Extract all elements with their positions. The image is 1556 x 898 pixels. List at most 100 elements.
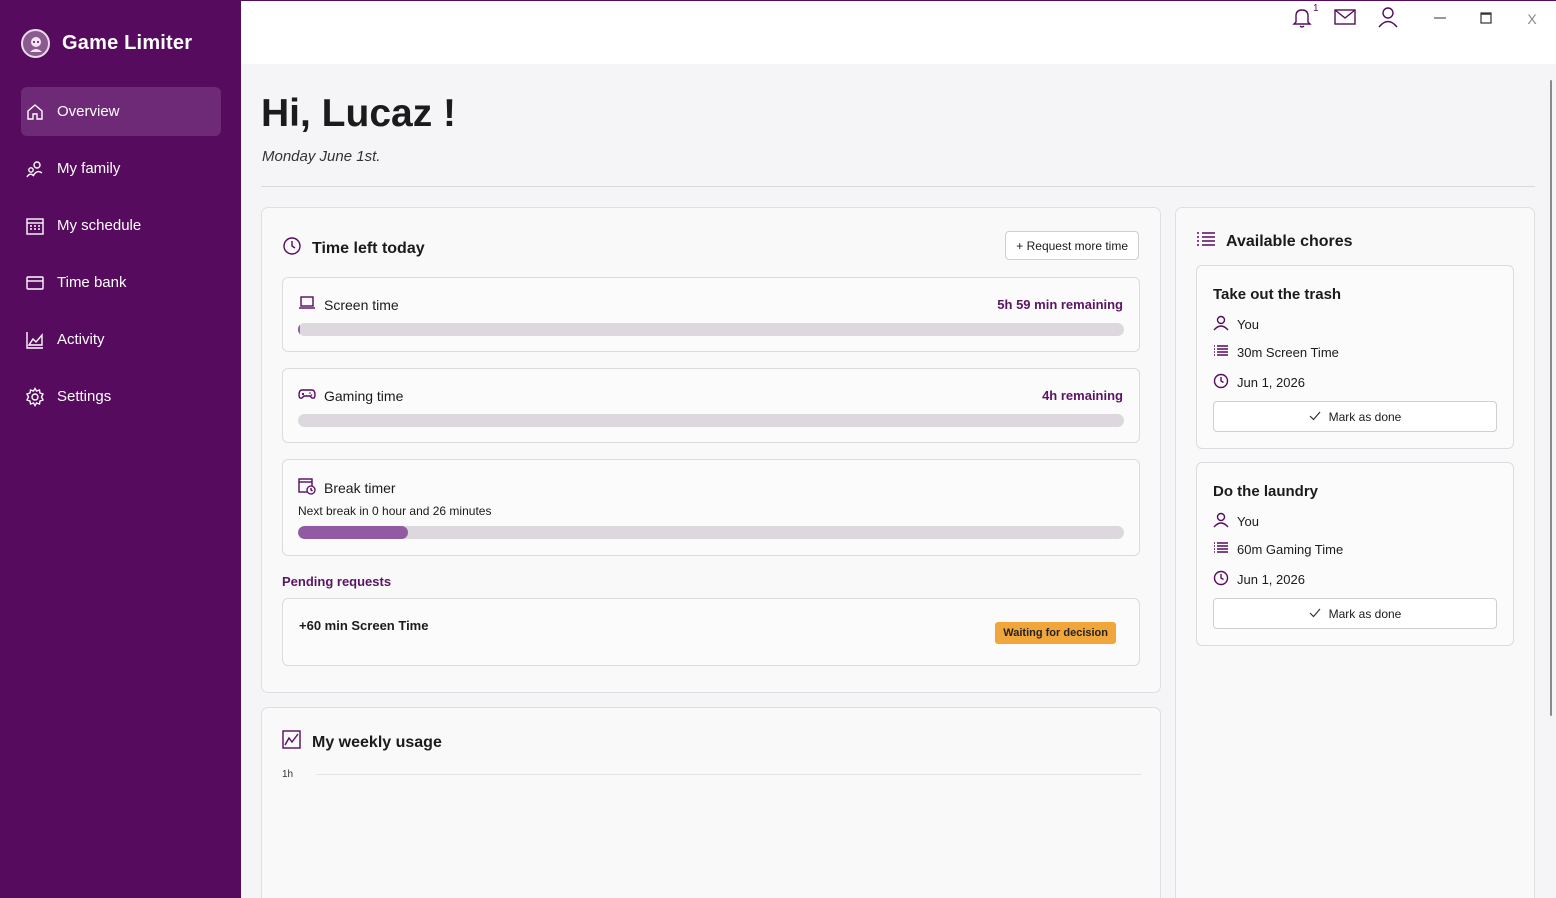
screen-time-progress-bar — [298, 323, 1124, 336]
calendar-clock-icon — [298, 477, 316, 498]
chart-icon — [282, 730, 302, 755]
break-timer-tile: Break timer Next break in 0 hour and 26 … — [282, 459, 1140, 556]
user-icon — [1213, 512, 1229, 531]
sidebar-item-overview[interactable]: Overview — [21, 87, 221, 136]
chore-date: Jun 1, 2026 — [1213, 570, 1305, 589]
break-timer-header: Break timer — [298, 477, 396, 498]
weekly-usage-title: My weekly usage — [312, 733, 442, 751]
card-icon — [25, 273, 45, 293]
close-icon: X — [1527, 11, 1537, 27]
divider — [261, 186, 1535, 187]
user-icon — [1377, 6, 1399, 33]
chore-reward: 60m Gaming Time — [1213, 541, 1343, 558]
sidebar-item-label: Activity — [57, 331, 105, 348]
chore-date-label: Jun 1, 2026 — [1237, 375, 1305, 390]
maximize-button[interactable] — [1471, 6, 1501, 32]
weekly-usage-header: My weekly usage — [282, 730, 442, 755]
screen-time-header: Screen time — [298, 295, 399, 314]
weekly-usage-card: My weekly usage 1h — [261, 707, 1161, 898]
pending-request-text: +60 min Screen Time — [299, 618, 429, 633]
chart-icon — [25, 330, 45, 350]
request-more-time-button[interactable]: + Request more time — [1005, 231, 1139, 260]
chore-item: Do the laundry You 60m Gaming Time Jun 1… — [1196, 462, 1514, 646]
page-title: Hi, Lucaz ! — [261, 92, 457, 135]
break-timer-label: Break timer — [324, 479, 396, 496]
laptop-icon — [298, 295, 316, 314]
mark-as-done-button[interactable]: Mark as done — [1213, 401, 1497, 432]
chore-title: Do the laundry — [1213, 483, 1319, 500]
gaming-time-remaining: 4h remaining — [1042, 388, 1123, 403]
available-chores-header: Available chores — [1196, 231, 1353, 252]
check-icon — [1309, 607, 1321, 621]
app-logo-icon — [21, 29, 50, 58]
chart-gridline — [316, 774, 1141, 775]
chore-reward: 30m Screen Time — [1213, 344, 1339, 361]
gaming-time-progress-bar — [298, 414, 1124, 427]
chore-assignee: You — [1213, 315, 1259, 334]
mark-as-done-label: Mark as done — [1328, 409, 1402, 424]
family-icon — [25, 159, 45, 179]
close-button[interactable]: X — [1517, 6, 1547, 32]
chore-item: Take out the trash You 30m Screen Time J… — [1196, 265, 1514, 449]
sidebar: Game Limiter Overview My family My sched… — [0, 0, 241, 898]
messages-button[interactable] — [1330, 6, 1360, 32]
bell-icon — [1292, 6, 1312, 33]
mark-as-done-label: Mark as done — [1328, 606, 1402, 621]
clock-icon — [1213, 570, 1229, 589]
gaming-time-label: Gaming time — [324, 387, 404, 404]
calendar-icon — [25, 216, 45, 236]
pending-requests-title: Pending requests — [282, 574, 392, 589]
check-icon — [1309, 410, 1321, 424]
list-icon — [1196, 231, 1216, 252]
time-left-header: Time left today — [282, 236, 425, 261]
sidebar-item-my-family[interactable]: My family — [21, 144, 221, 193]
sidebar-nav: Overview My family My schedule Time bank… — [21, 87, 221, 429]
sidebar-item-time-bank[interactable]: Time bank — [21, 258, 221, 307]
chore-reward-label: 60m Gaming Time — [1237, 542, 1344, 557]
sidebar-item-my-schedule[interactable]: My schedule — [21, 201, 221, 250]
screen-time-label: Screen time — [324, 296, 399, 313]
sidebar-item-label: Overview — [57, 103, 120, 120]
break-timer-progress-bar — [298, 526, 1124, 539]
next-break-text: Next break in 0 hour and 26 minutes — [298, 504, 492, 518]
available-chores-title: Available chores — [1226, 232, 1353, 250]
chore-date-label: Jun 1, 2026 — [1237, 572, 1305, 587]
clock-icon — [1213, 373, 1229, 392]
minimize-icon — [1433, 11, 1447, 28]
y-axis-label: 1h — [282, 769, 294, 780]
profile-button[interactable] — [1373, 6, 1403, 32]
gear-icon — [25, 386, 45, 407]
mail-icon — [1334, 8, 1356, 31]
chore-title: Take out the trash — [1213, 286, 1342, 303]
list-icon — [1213, 344, 1229, 361]
clock-icon — [282, 236, 302, 261]
home-icon — [25, 102, 45, 122]
sidebar-item-label: My schedule — [57, 217, 142, 234]
available-chores-card: Available chores Take out the trash You … — [1175, 207, 1535, 898]
chore-date: Jun 1, 2026 — [1213, 373, 1305, 392]
time-left-title: Time left today — [312, 239, 425, 257]
chore-reward-label: 30m Screen Time — [1237, 345, 1339, 360]
screen-time-progress-fill — [298, 323, 300, 336]
maximize-icon — [1479, 11, 1493, 28]
sidebar-item-label: My family — [57, 160, 121, 177]
gaming-time-tile: Gaming time 4h remaining — [282, 368, 1140, 443]
current-date: Monday June 1st. — [262, 148, 381, 165]
vertical-scrollbar[interactable] — [1550, 80, 1552, 716]
minimize-button[interactable] — [1425, 6, 1455, 32]
list-icon — [1213, 541, 1229, 558]
sidebar-item-activity[interactable]: Activity — [21, 315, 221, 364]
screen-time-remaining: 5h 59 min remaining — [997, 297, 1123, 312]
sidebar-item-settings[interactable]: Settings — [21, 372, 221, 421]
break-timer-progress-fill — [298, 526, 408, 539]
app-title: Game Limiter — [62, 32, 193, 54]
chore-assignee-label: You — [1237, 514, 1259, 529]
user-icon — [1213, 315, 1229, 334]
chore-assignee-label: You — [1237, 317, 1259, 332]
pending-request-item: +60 min Screen Time Waiting for decision — [282, 598, 1140, 666]
gamepad-icon — [298, 386, 316, 405]
brand: Game Limiter — [21, 29, 192, 58]
sidebar-item-label: Settings — [57, 388, 112, 405]
mark-as-done-button[interactable]: Mark as done — [1213, 598, 1497, 629]
screen-time-tile: Screen time 5h 59 min remaining — [282, 277, 1140, 352]
